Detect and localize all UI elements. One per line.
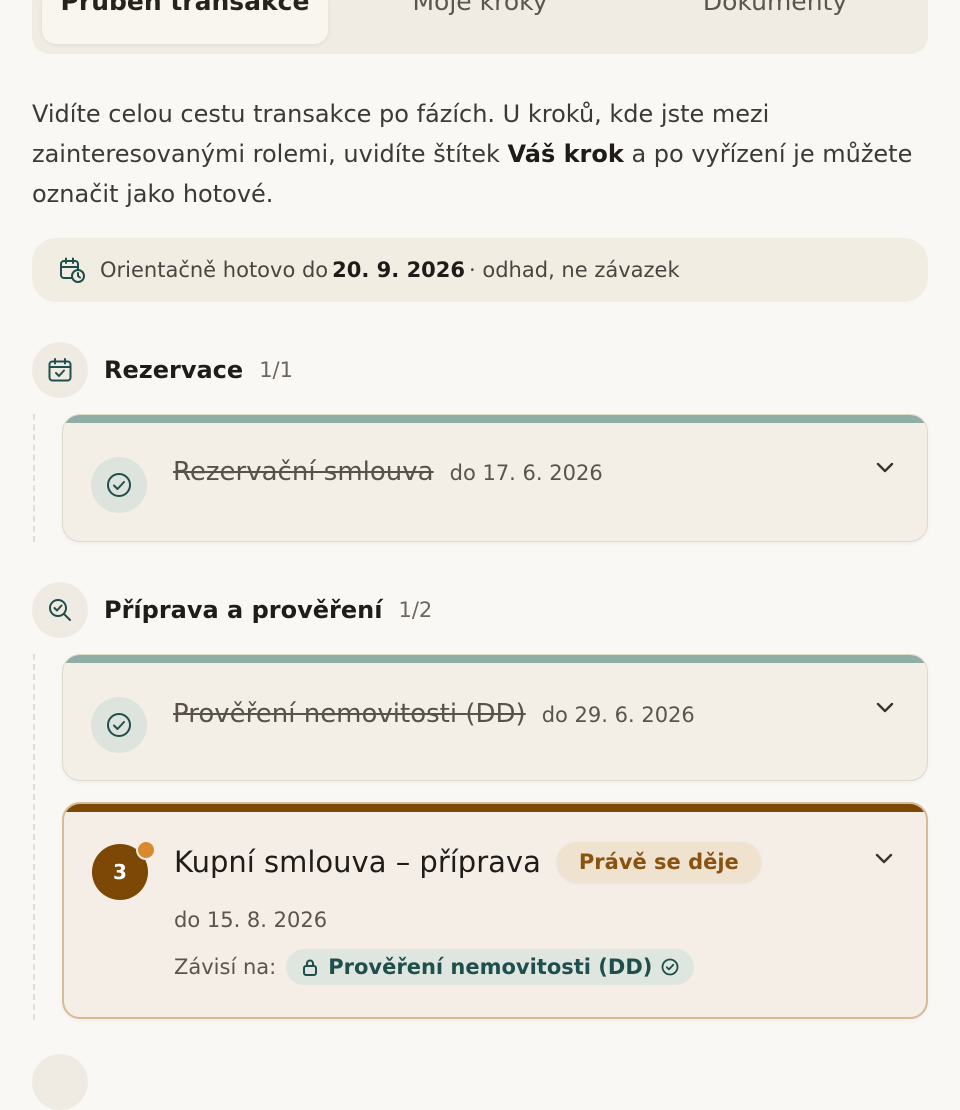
estimate-date: 20. 9. 2026 bbox=[332, 258, 466, 282]
chevron-down-icon[interactable] bbox=[873, 455, 897, 479]
dependency-name: Prověření nemovitosti (DD) bbox=[328, 955, 653, 979]
check-circle-icon bbox=[107, 713, 131, 737]
step-card-provereni-nemovitosti[interactable]: Prověření nemovitosti (DD) do 29. 6. 202… bbox=[62, 654, 928, 781]
step-title: Rezervační smlouva bbox=[173, 457, 434, 487]
step-title: Prověření nemovitosti (DD) bbox=[173, 699, 526, 729]
step-due-date: do 15. 8. 2026 bbox=[174, 908, 328, 932]
step-status-bar bbox=[63, 655, 927, 663]
phase-count: 1/2 bbox=[398, 598, 433, 622]
phase-count: 1/1 bbox=[259, 358, 293, 382]
step-done-indicator bbox=[91, 697, 147, 753]
estimate-prefix: Orientačně hotovo do bbox=[100, 258, 329, 282]
timeline-line bbox=[33, 414, 35, 542]
step-status-bar bbox=[63, 415, 927, 423]
step-due-date: do 29. 6. 2026 bbox=[541, 703, 695, 727]
phase-icon-next bbox=[32, 1054, 88, 1110]
step-status-bar bbox=[64, 804, 926, 812]
chevron-down-icon[interactable] bbox=[873, 695, 897, 719]
calendar-clock-icon bbox=[60, 257, 85, 283]
calendar-check-icon bbox=[48, 358, 72, 382]
lock-icon bbox=[303, 959, 318, 976]
phase-title: Příprava a prověření bbox=[104, 596, 383, 624]
estimate-banner: Orientačně hotovo do 20. 9. 2026 · odhad… bbox=[32, 238, 928, 302]
chevron-down-icon[interactable] bbox=[872, 846, 896, 870]
tab-bar: Průběh transakce Moje kroky Dokumenty bbox=[32, 0, 928, 54]
check-circle-icon bbox=[661, 958, 679, 976]
phase-title: Rezervace bbox=[104, 356, 244, 384]
tab-label: Moje kroky bbox=[412, 0, 548, 16]
step-card-rezervacni-smlouva[interactable]: Rezervační smlouva do 17. 6. 2026 bbox=[62, 414, 928, 542]
phase-icon bbox=[32, 342, 88, 398]
step-card-kupni-smlouva[interactable]: 3 Kupní smlouva – příprava Právě se děje… bbox=[62, 802, 928, 1019]
estimate-suffix: · odhad, ne závazek bbox=[469, 258, 680, 282]
intro-highlight: Váš krok bbox=[507, 140, 624, 168]
search-check-icon bbox=[49, 599, 71, 621]
tab-transaction-progress[interactable]: Průběh transakce bbox=[42, 0, 328, 44]
tab-my-steps[interactable]: Moje kroky bbox=[337, 0, 623, 44]
check-circle-icon bbox=[107, 473, 131, 497]
tab-label: Průběh transakce bbox=[60, 0, 310, 16]
activity-dot bbox=[136, 840, 156, 860]
phase-header-rezervace[interactable]: Rezervace 1/1 bbox=[32, 342, 293, 398]
depends-label: Závisí na: bbox=[174, 955, 277, 979]
tab-documents[interactable]: Dokumenty bbox=[632, 0, 918, 44]
phase-header-priprava[interactable]: Příprava a prověření 1/2 bbox=[32, 582, 432, 638]
phase-icon bbox=[32, 582, 88, 638]
step-due-date: do 17. 6. 2026 bbox=[449, 461, 603, 485]
step-title: Kupní smlouva – příprava bbox=[174, 845, 541, 879]
timeline-line bbox=[33, 654, 35, 1020]
status-badge: Právě se děje bbox=[556, 842, 761, 882]
step-done-indicator bbox=[91, 457, 147, 513]
dependency-chip[interactable]: Prověření nemovitosti (DD) bbox=[286, 949, 695, 985]
intro-text: Vidíte celou cestu transakce po fázích. … bbox=[32, 94, 922, 214]
tab-label: Dokumenty bbox=[702, 0, 848, 16]
